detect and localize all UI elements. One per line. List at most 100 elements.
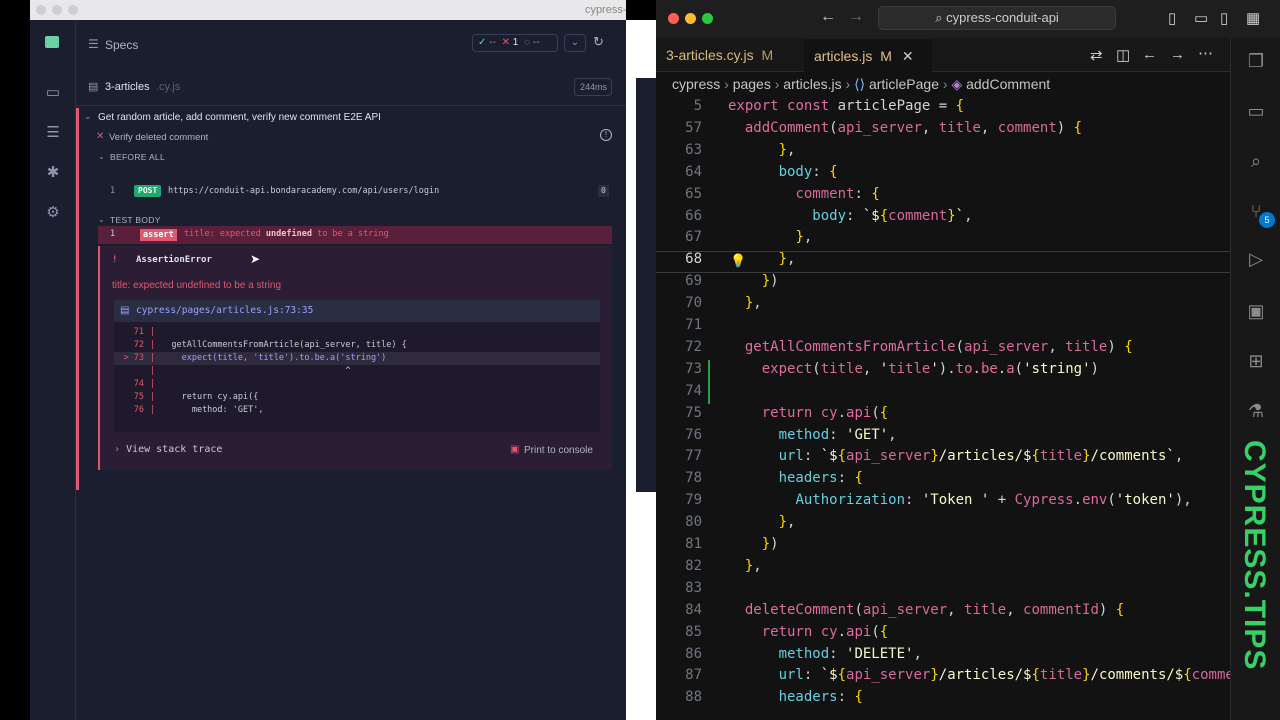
code-frame-line: 74 | [114,378,600,391]
close-tab-icon[interactable]: ✕ [902,48,914,64]
code-frame-line-code: return cy.api({ [161,392,259,402]
compare-changes-icon[interactable]: ⇄ [1090,46,1103,64]
tab-articles-js[interactable]: articles.js M ✕ [804,38,932,72]
line-number: 82 [685,557,702,574]
toggle-secondary-sidebar-icon[interactable]: ▯ [1220,9,1228,27]
file-link[interactable]: cypress/pages/articles.js:73:35 [136,305,313,316]
cypress-logo-icon [45,36,59,48]
close-window-button[interactable] [36,5,46,15]
pending-icon: ◌ [524,37,531,48]
code-line: headers: { [778,470,863,487]
test-body-label[interactable]: TEST BODY [110,215,161,225]
chat-icon[interactable]: ▭ [1245,100,1267,122]
minimize-window-button[interactable] [685,13,696,24]
print-to-console-button[interactable]: Print to console [524,445,593,456]
search-icon[interactable]: ⌕ [1245,150,1267,172]
line-number: 64 [685,163,702,180]
tab-3-articles-cy-js[interactable]: 3-articles.cy.js M [656,38,802,72]
code-line: export const articlePage = { [728,98,965,114]
code-frame-line-code: getAllCommentsFromArticle(api_server, ti… [161,340,407,350]
run-debug-icon[interactable]: ▷ [1245,248,1267,270]
line-number: 69 [685,273,702,290]
zoom-window-button[interactable] [68,5,78,15]
suite-chevron-icon[interactable]: ⌄ [84,111,92,122]
breadcrumb-item[interactable]: articlePage [869,76,939,92]
remote-explorer-icon[interactable]: ▣ [1245,300,1267,322]
gutter-divider: | [150,379,156,389]
go-back-icon[interactable]: ← [1142,46,1157,63]
rerun-refresh-icon[interactable]: ↻ [593,34,604,50]
go-forward-icon[interactable]: → [1170,46,1185,63]
line-number: 68 [685,251,702,268]
code-line: method: 'GET', [778,426,897,443]
chevron-down-icon[interactable]: ⌄ [564,34,586,52]
explorer-files-icon[interactable]: ❐ [1245,50,1267,72]
more-actions-icon[interactable]: ⋯ [1198,44,1213,62]
line-number: 83 [685,579,702,596]
breadcrumb-item[interactable]: addComment [966,76,1050,92]
suite-title[interactable]: Get random article, add comment, verify … [98,112,381,123]
vscode-window: ← → ⌕ cypress-conduit-api ▯ ▭ ▯ ▦ 3-arti… [656,0,1280,720]
code-line: }, [778,514,796,531]
source-control-badge: 5 [1259,212,1275,228]
line-number: 71 [685,317,702,333]
passed-check-icon: ✓ [478,37,487,48]
chevron-down-icon[interactable]: ⌄ [98,215,105,224]
minimize-window-button[interactable] [52,5,62,15]
failure-indicator-bar [76,108,79,490]
line-number: 67 [685,229,702,246]
command-row-post[interactable]: 1 POST https://conduit-api.bondaracademy… [98,184,612,200]
command-row-assert[interactable]: 1 assert title: expected undefined to be… [98,226,612,244]
line-number: 79 [685,492,702,509]
error-name: AssertionError [136,255,212,265]
gutter-divider: | [150,366,156,376]
search-text: cypress-conduit-api [946,10,1059,25]
symbol-variable-icon: ⟨⟩ [854,76,866,92]
before-all-label[interactable]: BEFORE ALL [110,152,165,162]
toggle-sidebar-icon[interactable]: ▯ [1168,9,1176,27]
error-message: title: expected undefined to be a string [112,280,282,291]
runs-nav-icon[interactable]: ☰ [44,124,62,142]
code-frame-line: 72 | getAllCommentsFromArticle(api_server… [114,339,600,352]
specs-list-icon[interactable]: ☰ [88,37,99,51]
toggle-panel-icon[interactable]: ▭ [1194,9,1208,27]
specs-header: ☰ Specs ✓ -- ✕ 1 ◌ -- ⌄ ↻ [76,20,626,66]
forward-arrow-icon[interactable]: → [848,8,864,26]
stack-trace-toggle[interactable]: › View stack trace [114,444,222,455]
breadcrumb-item[interactable]: pages [733,76,771,92]
code-line: headers: { [778,689,863,706]
code-line: deleteComment(api_server, title, comment… [744,601,1125,618]
assert-text-post: to be a string [317,229,389,239]
test-title[interactable]: Verify deleted comment [109,132,208,143]
specs-nav-icon[interactable]: ▭ [44,84,62,102]
info-icon[interactable]: ! [600,129,612,141]
line-number: 57 [685,119,702,136]
tab-label: articles.js [814,48,873,64]
breadcrumb-item[interactable]: cypress [672,76,720,92]
settings-gear-icon[interactable]: ⚙ [44,204,62,222]
overview-ruler[interactable] [1216,96,1222,720]
customize-layout-icon[interactable]: ▦ [1246,9,1260,27]
back-arrow-icon[interactable]: ← [820,8,836,26]
chevron-down-icon[interactable]: ⌄ [98,152,105,161]
split-editor-icon[interactable]: ◫ [1116,46,1130,64]
code-frame-line: | ^ [114,365,600,378]
specs-label[interactable]: Specs [105,38,138,52]
command-center-search[interactable]: ⌕ cypress-conduit-api [878,6,1116,30]
close-window-button[interactable] [668,13,679,24]
line-number: 81 [685,536,702,552]
request-count: 0 [598,185,609,197]
breadcrumb-item[interactable]: articles.js [783,76,841,92]
code-frame-line: 75 | return cy.api({ [114,391,600,404]
assert-badge: assert [140,229,177,241]
code-frame-line-number: 75 [133,392,144,402]
extensions-icon[interactable]: ⊞ [1245,350,1267,372]
breadcrumb: cypress › pages › articles.js › ⟨⟩ artic… [656,72,1230,96]
code-line: addComment(api_server, title, comment) { [744,119,1083,136]
zoom-window-button[interactable] [702,13,713,24]
debug-nav-icon[interactable]: ✱ [44,164,62,182]
code-frame-line-code: expect(title, 'title').to.be.a('string') [161,353,387,363]
code-frame-header: ▤ cypress/pages/articles.js:73:35 [114,300,600,322]
code-editor[interactable]: 💡 5 export const articlePage = {57 addCom… [656,96,1230,720]
testing-flask-icon[interactable]: ⚗ [1245,400,1267,422]
